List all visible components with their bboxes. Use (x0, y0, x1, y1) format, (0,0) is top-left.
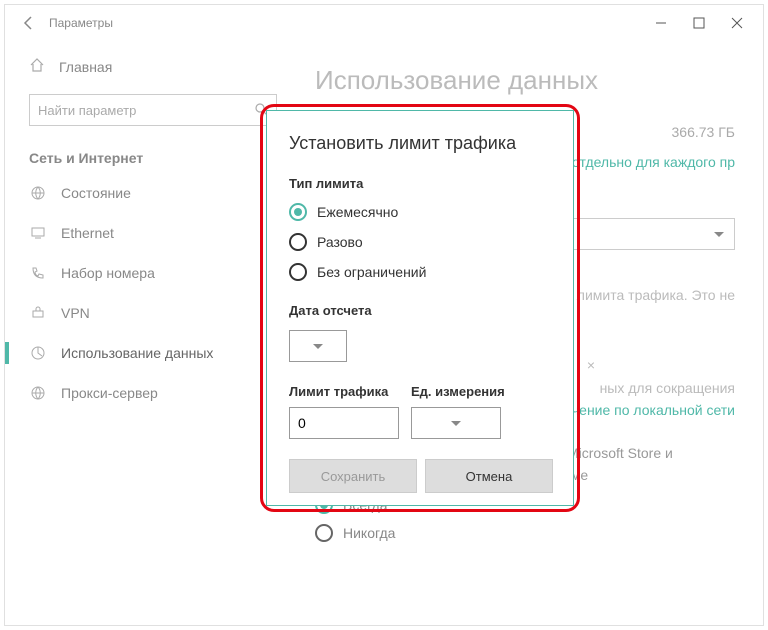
sidebar-item-vpn[interactable]: VPN (29, 304, 295, 322)
search-input[interactable]: Найти параметр (29, 94, 277, 126)
radio-label: Разово (317, 234, 363, 250)
sidebar-item-label: Набор номера (61, 265, 155, 281)
chevron-down-icon (451, 421, 461, 426)
limit-field-label: Лимит трафика (289, 384, 399, 399)
radio-once[interactable]: Разово (289, 233, 553, 251)
radio-label: Ежемесячно (317, 204, 398, 220)
sidebar-item-data-usage[interactable]: Использование данных (29, 344, 295, 362)
home-label: Главная (59, 59, 112, 75)
sidebar-item-label: Ethernet (61, 225, 114, 241)
monitor-icon (29, 224, 47, 242)
titlebar: Параметры (5, 5, 763, 41)
sidebar-item-proxy[interactable]: Прокси-сервер (29, 384, 295, 402)
sidebar-item-label: Использование данных (61, 345, 213, 361)
close-button[interactable] (719, 9, 755, 37)
maximize-button[interactable] (681, 9, 717, 37)
limit-type-label: Тип лимита (289, 176, 553, 191)
page-title: Использование данных (315, 65, 735, 96)
date-label: Дата отсчета (289, 303, 553, 318)
radio-icon (289, 233, 307, 251)
window-title: Параметры (45, 16, 643, 30)
reset-date-select[interactable] (289, 330, 347, 362)
phone-icon (29, 264, 47, 282)
sidebar-item-dialup[interactable]: Набор номера (29, 264, 295, 282)
unit-select[interactable] (411, 407, 501, 439)
radio-monthly[interactable]: Ежемесячно (289, 203, 553, 221)
set-data-limit-dialog: Установить лимит трафика Тип лимита Ежем… (266, 110, 574, 506)
sidebar: Главная Найти параметр Сеть и Интернет С… (5, 41, 295, 625)
save-button[interactable]: Сохранить (289, 459, 417, 493)
cancel-button[interactable]: Отмена (425, 459, 553, 493)
sidebar-item-label: Прокси-сервер (61, 385, 158, 401)
unit-field-label: Ед. измерения (411, 384, 505, 399)
radio-icon (315, 524, 333, 542)
dialog-highlight: Установить лимит трафика Тип лимита Ежем… (260, 104, 580, 512)
radio-label: Без ограничений (317, 264, 426, 280)
section-title: Сеть и Интернет (29, 150, 295, 166)
chevron-down-icon (313, 344, 323, 349)
sidebar-item-status[interactable]: Состояние (29, 184, 295, 202)
limit-input[interactable] (289, 407, 399, 439)
sidebar-item-label: Состояние (61, 185, 131, 201)
sidebar-item-ethernet[interactable]: Ethernet (29, 224, 295, 242)
home-icon (29, 57, 45, 76)
vpn-icon (29, 304, 47, 322)
dialog-title: Установить лимит трафика (289, 133, 553, 154)
data-icon (29, 344, 47, 362)
chevron-down-icon (714, 232, 724, 237)
home-nav[interactable]: Главная (29, 57, 295, 76)
radio-icon (289, 203, 307, 221)
globe-icon (29, 384, 47, 402)
back-button[interactable] (13, 7, 45, 39)
globe-icon (29, 184, 47, 202)
radio-unlimited[interactable]: Без ограничений (289, 263, 553, 281)
bg-radio-never[interactable]: Никогда (315, 524, 735, 542)
minimize-button[interactable] (643, 9, 679, 37)
sidebar-item-label: VPN (61, 305, 90, 321)
bg-radio-label: Никогда (343, 525, 395, 541)
search-placeholder: Найти параметр (38, 103, 254, 118)
radio-icon (289, 263, 307, 281)
